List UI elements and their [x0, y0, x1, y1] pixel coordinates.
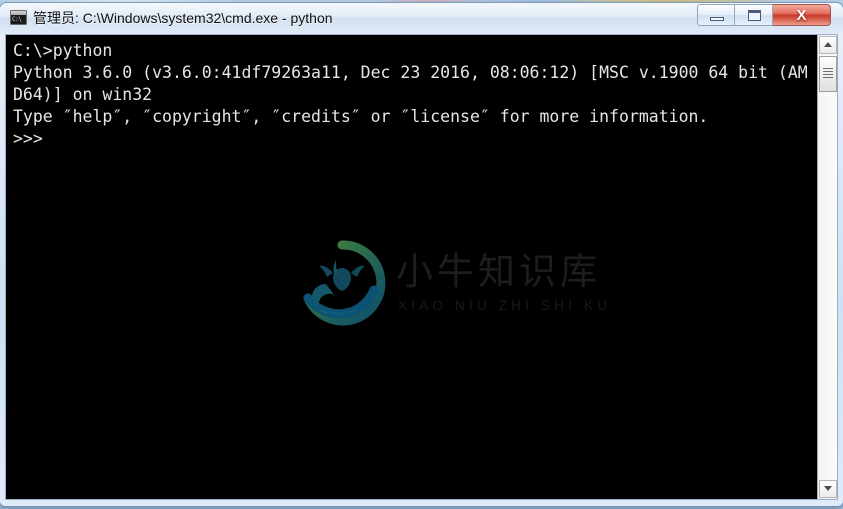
scroll-down-button[interactable]	[819, 480, 837, 498]
minimize-button[interactable]	[697, 4, 735, 26]
icon-prompt-text: C:\	[12, 16, 22, 23]
scroll-up-button[interactable]	[819, 36, 837, 54]
cmd-console-icon: C:\	[10, 10, 27, 25]
minimize-icon	[710, 17, 724, 21]
scrollbar-grip-icon	[823, 68, 833, 79]
restore-icon	[748, 10, 761, 21]
chevron-up-icon	[824, 42, 832, 47]
close-button[interactable]: X	[773, 4, 831, 26]
window-title-text: 管理员: C:\Windows\system32\cmd.exe - pytho…	[33, 10, 333, 26]
console-client-area: C:\>python Python 3.6.0 (v3.6.0:41df7926…	[5, 34, 838, 500]
window-title-bar[interactable]: C:\ 管理员: C:\Windows\system32\cmd.exe - p…	[0, 3, 843, 33]
maximize-restore-button[interactable]	[735, 4, 773, 26]
console-output-surface[interactable]: C:\>python Python 3.6.0 (v3.6.0:41df7926…	[6, 35, 817, 499]
watermark-pinyin-text: XIAO NIU ZHI SHI KU	[398, 298, 612, 313]
watermark-chinese-text: 小牛知识库	[396, 250, 601, 293]
site-watermark: 小牛知识库 XIAO NIU ZHI SHI KU	[296, 238, 607, 338]
chevron-down-icon	[824, 486, 832, 491]
icon-title-strip	[11, 11, 26, 15]
console-window: C:\ 管理员: C:\Windows\system32\cmd.exe - p…	[0, 3, 843, 506]
scrollbar-thumb[interactable]	[819, 56, 837, 92]
bull-head-circle-logo	[303, 240, 386, 326]
console-output-text: C:\>python Python 3.6.0 (v3.6.0:41df7926…	[13, 41, 808, 148]
vertical-scrollbar[interactable]	[817, 35, 837, 499]
close-icon: X	[796, 6, 807, 24]
